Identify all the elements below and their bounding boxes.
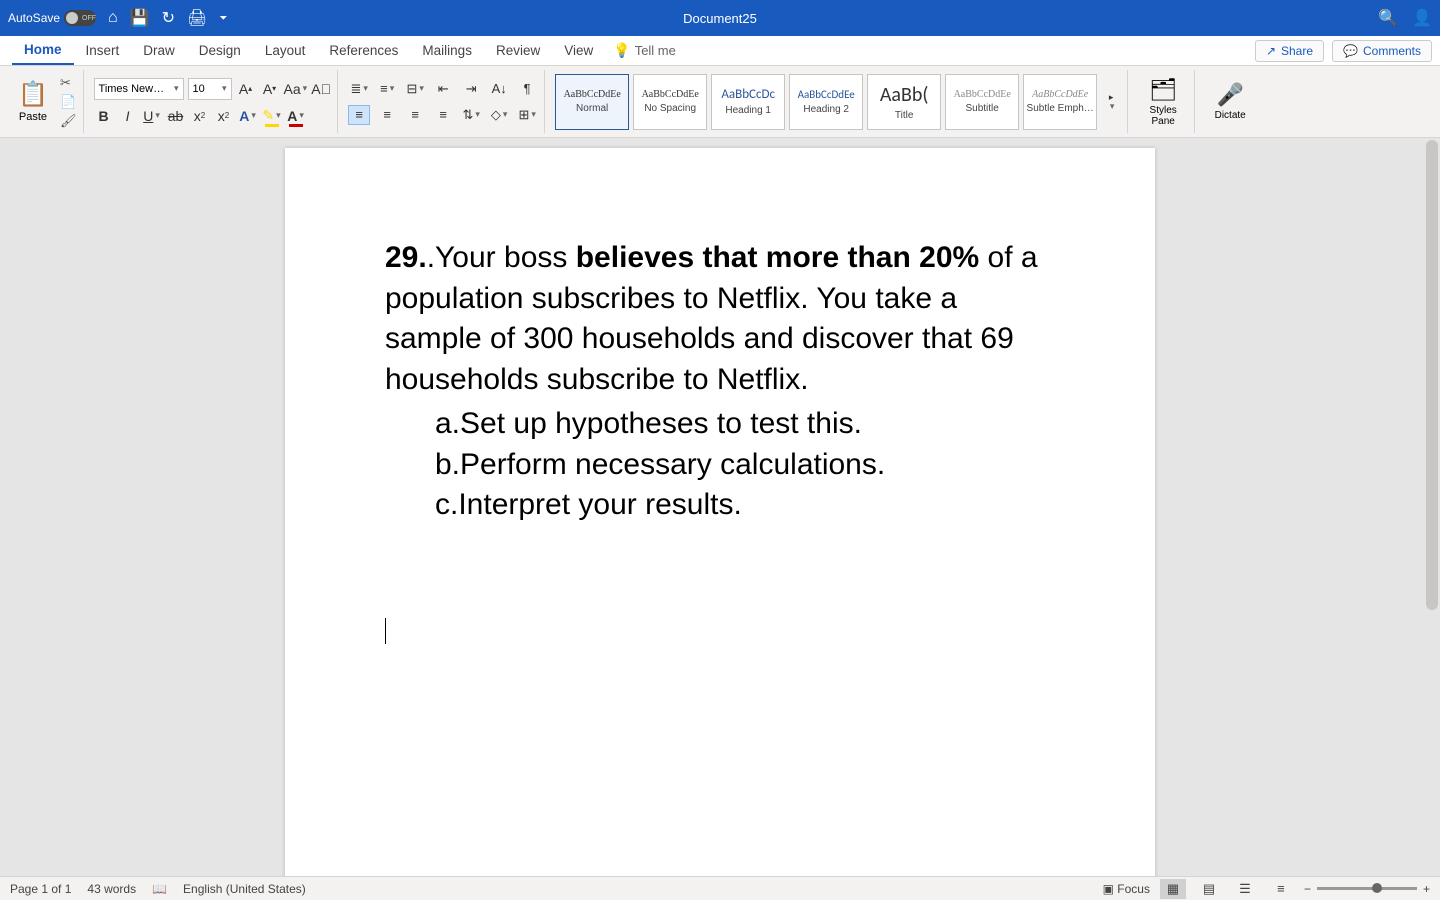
tab-references[interactable]: References: [317, 36, 410, 65]
font-size-select[interactable]: 10▾: [188, 78, 232, 100]
save-icon[interactable]: 💾: [130, 8, 150, 28]
justify-icon[interactable]: ≡: [432, 105, 454, 125]
autosave-label: AutoSave: [8, 11, 60, 25]
paste-button[interactable]: 📋 Paste: [12, 80, 54, 123]
page-indicator[interactable]: Page 1 of 1: [10, 882, 71, 896]
style-heading2[interactable]: AaBbCcDdEe Heading 2: [789, 74, 863, 130]
text-cursor: [385, 618, 386, 644]
bold-button[interactable]: B: [94, 106, 114, 126]
language-indicator[interactable]: English (United States): [183, 882, 306, 896]
tab-mailings[interactable]: Mailings: [410, 36, 484, 65]
superscript-button[interactable]: x2: [214, 106, 234, 126]
tab-view[interactable]: View: [552, 36, 605, 65]
zoom-slider[interactable]: [1317, 887, 1417, 890]
tab-insert[interactable]: Insert: [74, 36, 132, 65]
microphone-icon: 🎤: [1216, 82, 1243, 108]
line-spacing-icon[interactable]: ⇅▾: [460, 105, 482, 125]
style-normal[interactable]: AaBbCcDdEe Normal: [555, 74, 629, 130]
home-icon[interactable]: ⌂: [108, 9, 118, 27]
vertical-scrollbar[interactable]: [1426, 140, 1438, 610]
outline-view-icon[interactable]: ☰: [1232, 879, 1258, 899]
increase-indent-icon[interactable]: ⇥: [460, 79, 482, 99]
share-button[interactable]: ↗Share: [1255, 40, 1324, 62]
share-icon: ↗: [1266, 44, 1276, 58]
align-center-icon[interactable]: ≡: [376, 105, 398, 125]
change-case-icon[interactable]: Aa▾: [284, 79, 308, 99]
align-right-icon[interactable]: ≡: [404, 105, 426, 125]
shading-icon[interactable]: ◇▾: [488, 105, 510, 125]
font-name-select[interactable]: Times New…▾: [94, 78, 184, 100]
search-icon[interactable]: 🔍: [1378, 8, 1398, 28]
comment-icon: 💬: [1343, 44, 1358, 58]
focus-mode[interactable]: ▣ Focus: [1103, 882, 1150, 896]
style-subtle-emphasis[interactable]: AaBbCcDdEe Subtle Emph…: [1023, 74, 1097, 130]
styles-more-icon[interactable]: ▸▾: [1101, 92, 1121, 112]
highlight-icon[interactable]: ✎▾: [262, 106, 282, 126]
comments-button[interactable]: 💬Comments: [1332, 40, 1432, 62]
customize-qat-icon[interactable]: ⏷: [219, 13, 227, 24]
document-canvas[interactable]: 29..Your boss believes that more than 20…: [0, 138, 1440, 876]
numbering-icon[interactable]: ≡▾: [376, 79, 398, 99]
style-subtitle[interactable]: AaBbCcDdEe Subtitle: [945, 74, 1019, 130]
text-effects-icon[interactable]: A▾: [238, 106, 258, 126]
strikethrough-button[interactable]: ab: [166, 106, 186, 126]
font-color-icon[interactable]: A▾: [286, 106, 306, 126]
clipboard-icon: 📋: [18, 80, 48, 109]
item-c[interactable]: c.Interpret your results.: [435, 485, 1055, 526]
bulb-icon: 💡: [613, 42, 630, 59]
tell-me-button[interactable]: 💡Tell me: [613, 42, 676, 59]
dictate-button[interactable]: 🎤 Dictate: [1205, 82, 1255, 121]
format-painter-icon[interactable]: 🖌: [60, 113, 77, 129]
decrease-font-icon[interactable]: A▾: [260, 79, 280, 99]
autosave-toggle[interactable]: AutoSave OFF: [8, 10, 96, 26]
account-icon[interactable]: 👤: [1412, 8, 1432, 28]
tab-layout[interactable]: Layout: [253, 36, 318, 65]
web-layout-view-icon[interactable]: ▤: [1196, 879, 1222, 899]
style-title[interactable]: AaBb( Title: [867, 74, 941, 130]
cut-icon[interactable]: ✂: [60, 75, 77, 91]
increase-font-icon[interactable]: A▴: [236, 79, 256, 99]
print-layout-view-icon[interactable]: ▦: [1160, 879, 1186, 899]
problem-text[interactable]: 29..Your boss believes that more than 20…: [385, 238, 1055, 400]
zoom-out-icon[interactable]: −: [1304, 882, 1311, 896]
tab-draw[interactable]: Draw: [131, 36, 187, 65]
draft-view-icon[interactable]: ≡: [1268, 879, 1294, 899]
word-count[interactable]: 43 words: [87, 882, 136, 896]
page[interactable]: 29..Your boss believes that more than 20…: [285, 148, 1155, 876]
tab-home[interactable]: Home: [12, 36, 74, 65]
underline-button[interactable]: U▾: [142, 106, 162, 126]
spellcheck-icon[interactable]: 📖: [152, 882, 167, 896]
tab-design[interactable]: Design: [187, 36, 253, 65]
print-icon[interactable]: 🖨: [187, 8, 207, 28]
align-left-icon[interactable]: ≡: [348, 105, 370, 125]
style-no-spacing[interactable]: AaBbCcDdEe No Spacing: [633, 74, 707, 130]
decrease-indent-icon[interactable]: ⇤: [432, 79, 454, 99]
styles-pane-button[interactable]: 🗂 Styles Pane: [1138, 77, 1188, 127]
document-title: Document25: [683, 11, 757, 26]
bullets-icon[interactable]: ≣▾: [348, 79, 370, 99]
italic-button[interactable]: I: [118, 106, 138, 126]
undo-icon[interactable]: ↻: [162, 8, 175, 28]
multilevel-list-icon[interactable]: ⊟▾: [404, 79, 426, 99]
clear-formatting-icon[interactable]: A⃠: [311, 79, 331, 99]
style-heading1[interactable]: AaBbCcDc Heading 1: [711, 74, 785, 130]
subscript-button[interactable]: x2: [190, 106, 210, 126]
styles-pane-icon: 🗂: [1149, 77, 1177, 103]
sort-icon[interactable]: A↓: [488, 79, 510, 99]
item-a[interactable]: a.Set up hypotheses to test this.: [435, 404, 1055, 445]
zoom-in-icon[interactable]: +: [1423, 882, 1430, 896]
show-marks-icon[interactable]: ¶: [516, 79, 538, 99]
copy-icon[interactable]: 📄: [60, 94, 77, 110]
tab-review[interactable]: Review: [484, 36, 552, 65]
borders-icon[interactable]: ⊞▾: [516, 105, 538, 125]
item-b[interactable]: b.Perform necessary calculations.: [435, 445, 1055, 486]
